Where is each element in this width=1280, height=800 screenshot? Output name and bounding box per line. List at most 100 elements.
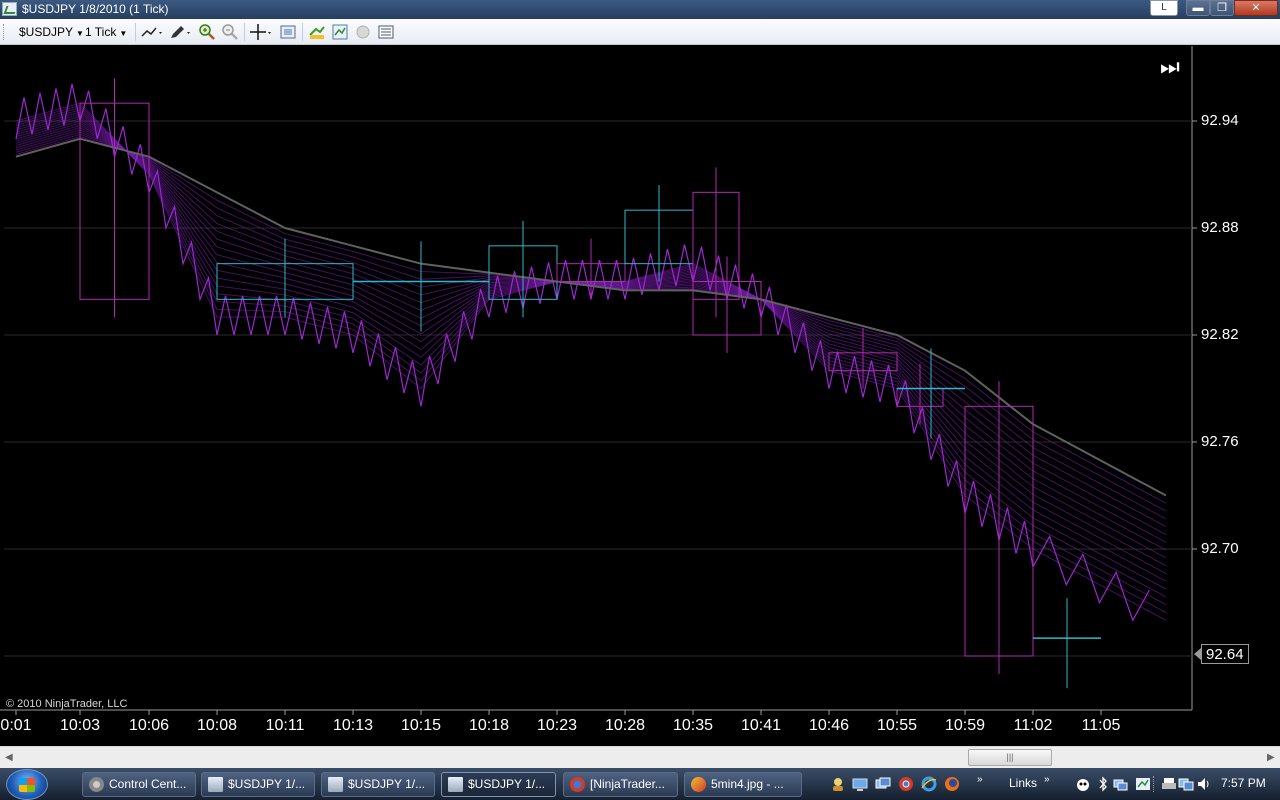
scroll-right-icon[interactable]: ▶ (1267, 752, 1275, 763)
chevron-down-icon: ▼ (76, 29, 84, 38)
time-tick-label: 10:28 (604, 717, 646, 734)
internet-explorer-icon[interactable] (921, 776, 937, 792)
time-tick-label: 10:55 (876, 717, 918, 734)
indicators-icon[interactable] (331, 23, 349, 41)
instrument-selector[interactable]: $USDJPY ▼ (19, 24, 84, 40)
taskbar-button[interactable]: Control Cent... (82, 772, 196, 797)
chart-icon (208, 777, 223, 792)
time-tick-label: 10:03 (59, 717, 101, 734)
horizontal-scrollbar[interactable]: ◀ ||| ▶ (0, 746, 1280, 768)
time-tick-label: 10:08 (196, 717, 238, 734)
ribbon-line (15, 133, 1167, 512)
ribbon-line (15, 131, 1167, 520)
zoom-in-icon[interactable] (198, 23, 216, 41)
chart-icon (328, 777, 343, 792)
user-icon[interactable] (830, 776, 846, 792)
time-tick-label: 11:02 (1013, 717, 1053, 734)
ribbon-line (15, 127, 1167, 535)
toolbar-expand-icon[interactable]: » (977, 774, 983, 785)
start-button[interactable] (6, 769, 48, 800)
link-button[interactable]: L (1150, 0, 1178, 16)
zoom-out-icon[interactable] (221, 23, 239, 41)
bluetooth-icon[interactable] (1095, 776, 1111, 792)
taskbar-button[interactable]: $USDJPY 1/... (201, 772, 315, 797)
toolbar-grip[interactable] (3, 24, 6, 40)
switch-windows-icon[interactable] (875, 776, 891, 792)
printer-icon[interactable] (1161, 776, 1177, 792)
properties-icon[interactable] (377, 23, 395, 41)
pencil-icon[interactable] (168, 23, 192, 41)
data-box-icon[interactable] (279, 23, 297, 41)
taskbar-button-label: $USDJPY 1/... (228, 777, 306, 791)
scroll-thumb[interactable]: ||| (968, 749, 1052, 766)
links-expand-icon[interactable]: » (1044, 774, 1050, 785)
taskbar-button-label: $USDJPY 1/... (468, 777, 546, 791)
ribbon-line (15, 120, 1167, 559)
time-tick-label: 10:18 (468, 717, 510, 734)
display-icon[interactable] (1178, 776, 1194, 792)
chrome-icon[interactable] (898, 776, 914, 792)
desktop-icon[interactable] (852, 776, 868, 792)
time-tick-label: 11:05 (1081, 717, 1121, 734)
maximize-button[interactable]: ❐ (1210, 0, 1234, 16)
firefox-icon[interactable] (944, 776, 960, 792)
toolbar-separator (302, 23, 303, 41)
circle-icon[interactable] (354, 23, 372, 41)
time-tick-label: 10:46 (808, 717, 850, 734)
chart-toolbar: $USDJPY ▼ 1 Tick ▼ (0, 19, 1280, 45)
close-button[interactable]: ✕ (1234, 0, 1278, 16)
interval-selector[interactable]: 1 Tick ▼ (85, 24, 127, 40)
price-tick-label: 92.88 (1201, 219, 1239, 236)
price-chart[interactable] (0, 46, 1280, 746)
taskbar-button-label: [NinjaTrader... (590, 777, 665, 791)
taskbar-button-label: 5min4.jpg - ... (711, 777, 784, 791)
chrome-icon (570, 777, 585, 792)
jump-to-end-icon[interactable]: ⏭ (1160, 54, 1186, 79)
taskbar-button-label: Control Cent... (109, 777, 187, 791)
last-price-marker: 92.64 (1194, 644, 1249, 664)
taskbar-button-label: $USDJPY 1/... (348, 777, 426, 791)
time-tick-label: 10:06 (128, 717, 170, 734)
interval-label: 1 Tick (85, 25, 117, 39)
chart-app-icon (2, 2, 17, 16)
time-tick-label: 10:59 (944, 717, 986, 734)
price-tick-label: 92.70 (1201, 540, 1239, 557)
tray-grip (1153, 776, 1156, 792)
ribbon-line (15, 129, 1167, 528)
price-tick-label: 92.76 (1201, 433, 1239, 450)
price-tick-label: 92.94 (1201, 112, 1239, 129)
minimize-button[interactable]: ▬ (1186, 0, 1210, 16)
ribbon-line (15, 104, 1167, 613)
toolbar-separator (244, 23, 245, 41)
links-toolbar[interactable]: Links (1009, 776, 1037, 790)
taskbar-button[interactable]: [NinjaTrader... (563, 772, 678, 797)
scroll-left-icon[interactable]: ◀ (5, 752, 13, 763)
chart-panel[interactable]: 92.94 92.88 92.82 92.76 92.70 0:01 10:03 10:06… (0, 46, 1280, 746)
bar-color-icon[interactable] (308, 23, 326, 41)
tick-price-line (15, 83, 1150, 622)
taskbar: Control Cent... $USDJPY 1/... $USDJPY 1/..… (0, 768, 1280, 800)
chart-icon (448, 777, 463, 792)
panda-icon[interactable] (1075, 776, 1091, 792)
price-tick-label: 92.82 (1201, 326, 1239, 343)
chevron-down-icon: ▼ (119, 29, 128, 38)
ribbon-line (15, 115, 1167, 574)
time-tick-label: 10:41 (740, 717, 782, 734)
gear-icon (89, 777, 104, 792)
paint-icon (691, 777, 706, 792)
time-tick-label: 10:15 (400, 717, 442, 734)
chart-tray-icon[interactable] (1135, 776, 1151, 792)
toolbar-separator (135, 23, 136, 41)
time-tick-label: 10:23 (536, 717, 578, 734)
time-tick-label: 10:11 (265, 717, 305, 734)
clock[interactable]: 7:57 PM (1221, 776, 1266, 790)
crosshair-icon[interactable] (249, 23, 273, 41)
network-icon[interactable] (1112, 776, 1128, 792)
volume-icon[interactable] (1196, 776, 1212, 792)
taskbar-button[interactable]: $USDJPY 1/... (321, 772, 435, 797)
taskbar-button[interactable]: 5min4.jpg - ... (684, 772, 802, 797)
window-title: $USDJPY 1/8/2010 (1 Tick) (22, 2, 169, 16)
copyright-text: © 2010 NinjaTrader, LLC (6, 698, 128, 710)
taskbar-button[interactable]: $USDJPY 1/... (441, 772, 556, 797)
line-tool-icon[interactable] (140, 23, 164, 41)
